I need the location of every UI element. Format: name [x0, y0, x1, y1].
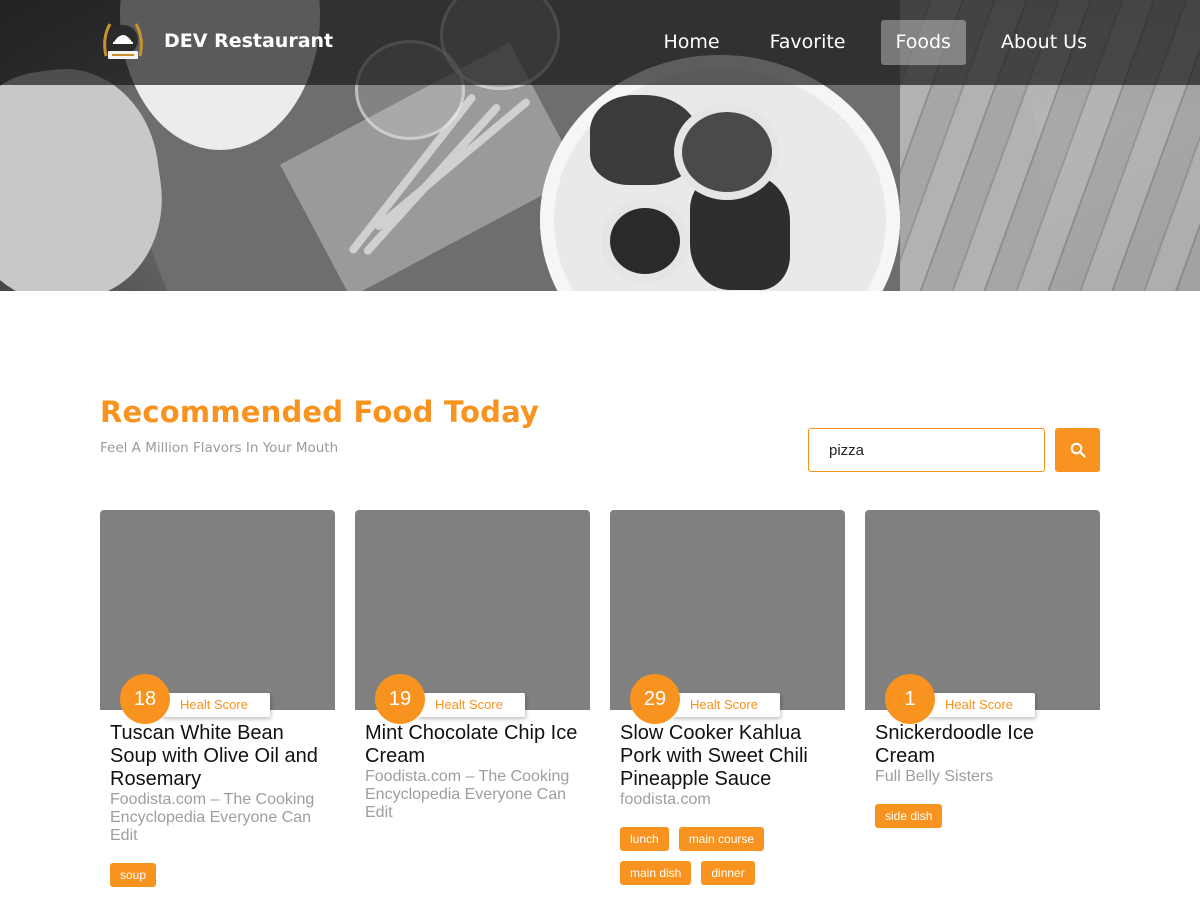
health-score-label: Healt Score — [672, 693, 780, 717]
food-card-grid: 18 Healt Score Tuscan White Bean Soup wi… — [100, 510, 1100, 900]
search-icon — [1070, 442, 1086, 458]
food-card-tags: soup — [110, 863, 325, 897]
brand-name: DEV Restaurant — [164, 30, 334, 52]
food-card[interactable]: 18 Healt Score Tuscan White Bean Soup wi… — [100, 510, 335, 897]
search-button[interactable] — [1055, 428, 1100, 472]
food-card-title[interactable]: Tuscan White Bean Soup with Olive Oil an… — [110, 722, 325, 791]
food-card-title[interactable]: Slow Cooker Kahlua Pork with Sweet Chili… — [620, 722, 835, 791]
restaurant-badge-icon — [103, 23, 143, 59]
hero-bowl-1 — [682, 112, 772, 192]
dish-type-tag[interactable]: main course — [678, 827, 765, 851]
dish-type-tag[interactable]: soup — [110, 863, 157, 887]
food-card-source: foodista.com — [620, 791, 711, 808]
health-score-label: Healt Score — [162, 693, 270, 717]
dish-type-tag[interactable]: lunch — [620, 827, 669, 851]
health-score-value: 1 — [885, 674, 935, 724]
section-subtitle: Feel A Million Flavors In Your Mouth — [100, 440, 339, 456]
hero-bowl-2 — [610, 208, 680, 274]
hero-food-2 — [690, 175, 790, 290]
brand[interactable]: DEV Restaurant — [100, 16, 333, 66]
food-card[interactable]: 1 Healt Score Snickerdoodle Ice Cream Fu… — [865, 510, 1100, 838]
health-score-label: Healt Score — [417, 693, 525, 717]
health-score-value: 29 — [630, 674, 680, 724]
nav-item-favorite[interactable]: Favorite — [755, 20, 861, 65]
food-card[interactable]: 19 Healt Score Mint Chocolate Chip Ice C… — [355, 510, 590, 822]
health-score-value: 18 — [120, 674, 170, 724]
food-card-title[interactable]: Mint Chocolate Chip Ice Cream — [365, 722, 580, 768]
food-card-tags: side dish — [875, 804, 1090, 838]
food-card-source: Foodista.com – The Cooking Encyclopedia … — [110, 791, 315, 844]
health-score-value: 19 — [375, 674, 425, 724]
dish-type-tag[interactable]: side dish — [875, 804, 943, 828]
nav-item-foods[interactable]: Foods — [880, 20, 966, 65]
navbar: DEV Restaurant Home Favorite Foods About… — [0, 0, 1200, 85]
search-input[interactable] — [808, 428, 1045, 472]
dish-type-tag[interactable]: dinner — [701, 861, 755, 885]
food-card-source: Full Belly Sisters — [875, 768, 994, 785]
nav-item-about-us[interactable]: About Us — [986, 20, 1102, 65]
nav-item-home[interactable]: Home — [648, 20, 734, 65]
food-card-source: Foodista.com – The Cooking Encyclopedia … — [365, 768, 570, 821]
food-card[interactable]: 29 Healt Score Slow Cooker Kahlua Pork w… — [610, 510, 845, 895]
food-card-title[interactable]: Snickerdoodle Ice Cream — [875, 722, 1090, 768]
dish-type-tag[interactable]: main dish — [620, 861, 692, 885]
main-menu: Home Favorite Foods About Us — [628, 20, 1102, 65]
section-title: Recommended Food Today — [100, 395, 540, 429]
health-score-label: Healt Score — [927, 693, 1035, 717]
food-card-tags: lunch main course main dish dinner — [620, 827, 835, 895]
